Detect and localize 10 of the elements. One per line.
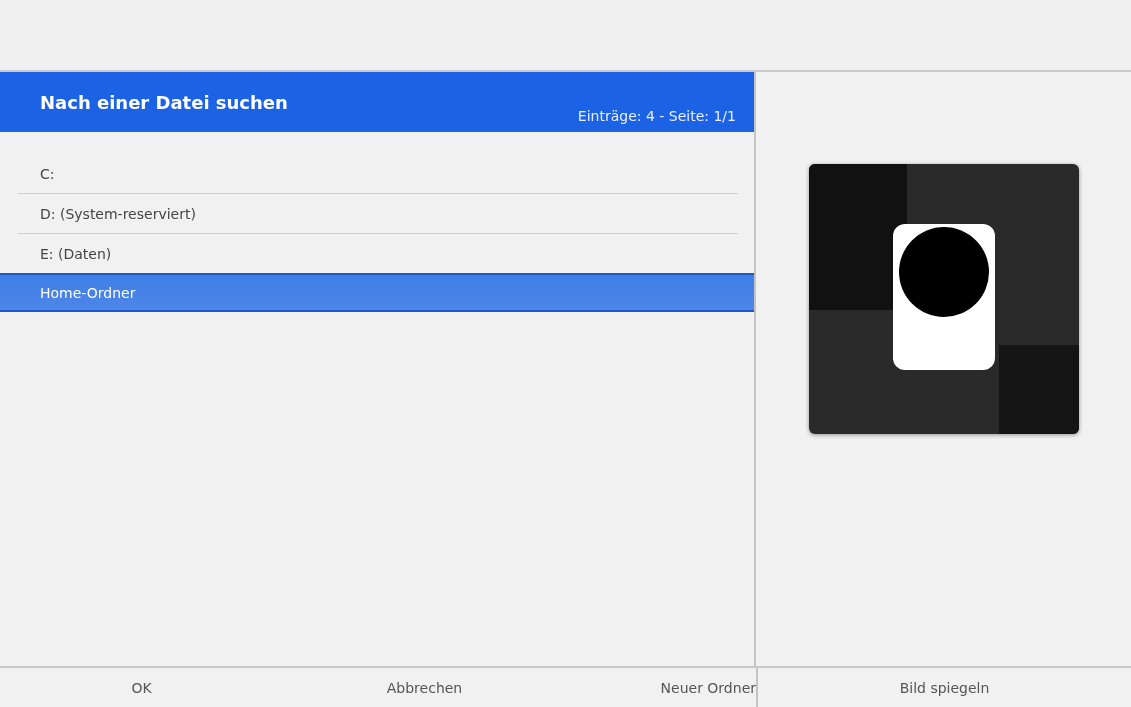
list-item[interactable]: C: bbox=[0, 154, 754, 193]
footer-button[interactable]: Abbrechen bbox=[283, 668, 566, 707]
list-item[interactable]: D: (System-reserviert) bbox=[0, 194, 754, 233]
page-info: Einträge: 4 - Seite: 1/1 bbox=[577, 108, 736, 124]
footer-button[interactable]: OK bbox=[0, 668, 283, 707]
footer-button[interactable]: Neuer Ordner bbox=[566, 668, 756, 707]
dialog-title: Nach einer Datei suchen bbox=[40, 92, 288, 113]
list-item[interactable]: E: (Daten) bbox=[0, 234, 754, 273]
list-item[interactable]: Home-Ordner bbox=[0, 273, 754, 312]
mirror-image-button[interactable]: Bild spiegeln bbox=[756, 668, 1131, 707]
